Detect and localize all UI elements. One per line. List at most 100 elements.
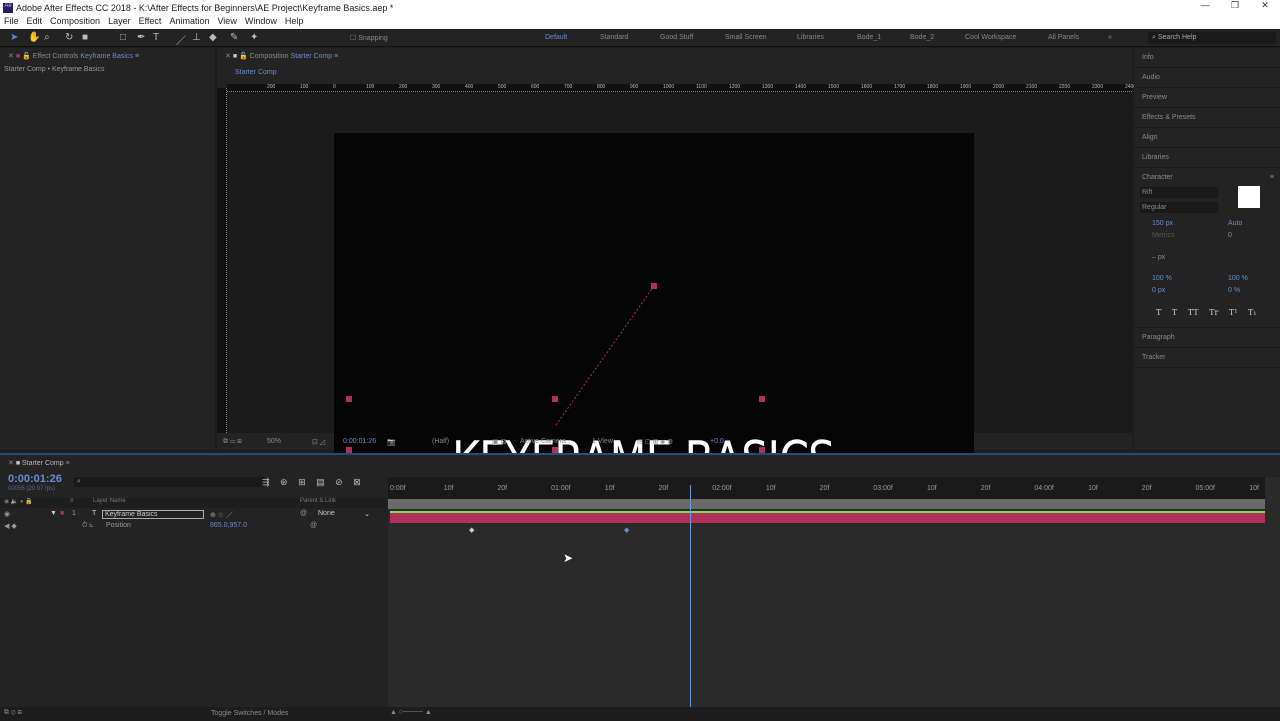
faux-italic-button[interactable]: T — [1172, 308, 1177, 317]
bbox-handle[interactable] — [759, 396, 765, 402]
time-ruler[interactable]: 0:00f 10f 20f 01:00f 10f 20f 02:00f 10f 20f 03:00… — [388, 477, 1265, 499]
keyframe-nav-icon[interactable]: ◀ ◆ — [4, 522, 17, 530]
viewer-timecode[interactable]: 0:00:01:26 — [343, 438, 376, 445]
superscript-button[interactable]: T¹ — [1229, 308, 1238, 317]
baseline-shift-field[interactable]: 0 px — [1152, 287, 1165, 294]
all-caps-button[interactable]: TT — [1188, 308, 1199, 317]
parent-dropdown[interactable]: None ⌄ — [318, 510, 370, 518]
zoom-slider[interactable]: ▲ ○──── ▲ — [390, 709, 432, 716]
workspace-bode-1[interactable]: Bode_1 — [857, 34, 881, 41]
menu-window[interactable]: Window — [245, 16, 277, 26]
clone-stamp-tool-icon[interactable]: ⊥ — [192, 32, 201, 43]
toggle-switches-modes[interactable]: Toggle Switches / Modes — [211, 710, 288, 717]
menu-layer[interactable]: Layer — [108, 16, 131, 26]
zoom-tool-icon[interactable]: ⌕ — [44, 32, 50, 43]
maximize-button[interactable]: ❐ — [1220, 0, 1250, 11]
snapping-checkbox[interactable]: ☐ Snapping — [350, 34, 388, 42]
pickwhip-icon[interactable]: @ — [300, 510, 307, 517]
menu-file[interactable]: File — [4, 16, 19, 26]
property-pickwhip-icon[interactable]: @ — [310, 522, 317, 529]
comp-subtab[interactable]: Starter Comp — [235, 69, 277, 76]
snapshot-icon[interactable]: ⧉ ▭ ⊞ — [223, 438, 242, 446]
comp-viewer[interactable]: KEYFRAME BASICS — [227, 88, 1132, 491]
region-icon[interactable]: ▣ ⊠ — [492, 438, 506, 446]
bbox-handle[interactable] — [552, 396, 558, 402]
fill-color-swatch[interactable] — [1238, 186, 1260, 208]
camera-snapshot-icon[interactable]: 📷 — [387, 438, 396, 446]
horizontal-scale-field[interactable]: 100 % — [1228, 275, 1248, 282]
pen-tool-icon[interactable]: ✒ — [137, 32, 145, 43]
panel-paragraph[interactable]: Paragraph — [1134, 328, 1280, 348]
keyframe-icon[interactable]: ◆ — [469, 526, 474, 534]
tsume-field[interactable]: 0 % — [1228, 287, 1240, 294]
brush-tool-icon[interactable]: ／ — [176, 32, 186, 47]
vertical-scale-field[interactable]: 100 % — [1152, 275, 1172, 282]
close-button[interactable]: ✕ — [1250, 0, 1280, 11]
menu-edit[interactable]: Edit — [27, 16, 43, 26]
menu-composition[interactable]: Composition — [50, 16, 100, 26]
panel-audio[interactable]: Audio — [1134, 68, 1280, 88]
timeline-search-input[interactable]: ⌕ — [74, 477, 264, 487]
kerning-field[interactable]: Metrics — [1152, 232, 1175, 239]
composition-tab[interactable]: ✕ ■ 🔓 Composition Starter Comp ≡ — [217, 48, 1132, 64]
stopwatch-icon[interactable]: ⏱ ⊾ — [82, 522, 93, 530]
camera-tool-icon[interactable]: ■ — [82, 32, 88, 43]
timeline-switch-icons[interactable]: ⇶ ⊛ ⊞ ▤ ⊘ ⊠ — [262, 477, 361, 488]
selection-tool-icon[interactable]: ➤ — [10, 32, 18, 43]
hand-tool-icon[interactable]: ✋ — [28, 32, 40, 43]
view-options-icon[interactable]: ⊟ ⊡ ⊞ ♣ ⚙ — [637, 438, 673, 446]
panel-tracker[interactable]: Tracker — [1134, 348, 1280, 368]
menu-help[interactable]: Help — [285, 16, 304, 26]
leading-field[interactable]: Auto — [1228, 220, 1242, 227]
timeline-tab[interactable]: ✕ ■ Starter Comp ≡ — [0, 455, 1280, 471]
stroke-width-field[interactable]: – px — [1152, 254, 1165, 261]
panel-info[interactable]: Info — [1134, 48, 1280, 68]
effect-controls-tab[interactable]: ✕ ■ 🔓 Effect Controls Keyframe Basics ≡ — [0, 48, 215, 64]
current-time-indicator[interactable] — [690, 485, 691, 712]
rotate-tool-icon[interactable]: ↻ — [65, 32, 73, 43]
menu-animation[interactable]: Animation — [169, 16, 209, 26]
menu-effect[interactable]: Effect — [139, 16, 162, 26]
fit-icon[interactable]: ⊡ ◿ — [312, 438, 325, 446]
font-family-dropdown[interactable]: Rift — [1140, 187, 1218, 198]
position-value[interactable]: 865.0,957.0 — [210, 522, 247, 529]
roto-brush-tool-icon[interactable]: ✎ — [230, 32, 238, 43]
keyframe-icon[interactable]: ◆ — [624, 526, 629, 534]
layer-name-field[interactable]: Keyframe Basics — [102, 510, 204, 519]
workspace-good-stuff[interactable]: Good Stuff — [660, 34, 693, 41]
subscript-button[interactable]: T₁ — [1248, 308, 1257, 317]
comp-canvas[interactable]: KEYFRAME BASICS — [334, 133, 974, 491]
current-timecode[interactable]: 0:00:01:26 — [8, 473, 62, 485]
timeline-graph[interactable]: 0:00f 10f 20f 01:00f 10f 20f 02:00f 10f 20f 03:00… — [388, 477, 1280, 712]
exposure-value[interactable]: +0.0 — [710, 438, 724, 445]
workspace-all-panels[interactable]: All Panels — [1048, 34, 1079, 41]
small-caps-button[interactable]: Tr — [1209, 308, 1218, 317]
workspace-libraries[interactable]: Libraries — [797, 34, 824, 41]
layer-duration-bar[interactable] — [390, 511, 1265, 523]
footer-toggle-icons[interactable]: ⧉ ⊘ ⊞ — [4, 709, 22, 717]
panel-menu-icon[interactable]: ≡ — [1270, 174, 1274, 181]
visibility-eye-icon[interactable]: ◉ — [4, 510, 10, 518]
type-tool-icon[interactable]: T — [153, 32, 159, 43]
workspace-bode-2[interactable]: Bode_2 — [910, 34, 934, 41]
menu-view[interactable]: View — [217, 16, 236, 26]
expand-twirl-icon[interactable]: ▼ — [50, 510, 57, 517]
resolution-dropdown[interactable]: (Half) — [432, 438, 449, 445]
rectangle-tool-icon[interactable]: □ — [120, 32, 126, 43]
workspace-small-screen[interactable]: Small Screen — [725, 34, 767, 41]
minimize-button[interactable]: — — [1190, 0, 1220, 10]
workspace-standard[interactable]: Standard — [600, 34, 628, 41]
workspace-cool[interactable]: Cool Workspace — [965, 34, 1016, 41]
work-area-bar[interactable] — [388, 499, 1265, 509]
tracking-field[interactable]: 0 — [1228, 232, 1232, 239]
workspace-default[interactable]: Default — [545, 34, 567, 41]
panel-libraries[interactable]: Libraries — [1134, 148, 1280, 168]
font-style-dropdown[interactable]: Regular — [1140, 202, 1218, 213]
zoom-dropdown[interactable]: 50% — [267, 438, 281, 445]
font-size-field[interactable]: 150 px — [1152, 220, 1173, 227]
panel-align[interactable]: Align — [1134, 128, 1280, 148]
panel-preview[interactable]: Preview — [1134, 88, 1280, 108]
camera-dropdown[interactable]: Active Camera — [520, 438, 566, 445]
search-help-input[interactable]: ⌕ Search Help — [1148, 32, 1276, 44]
bbox-handle[interactable] — [346, 396, 352, 402]
